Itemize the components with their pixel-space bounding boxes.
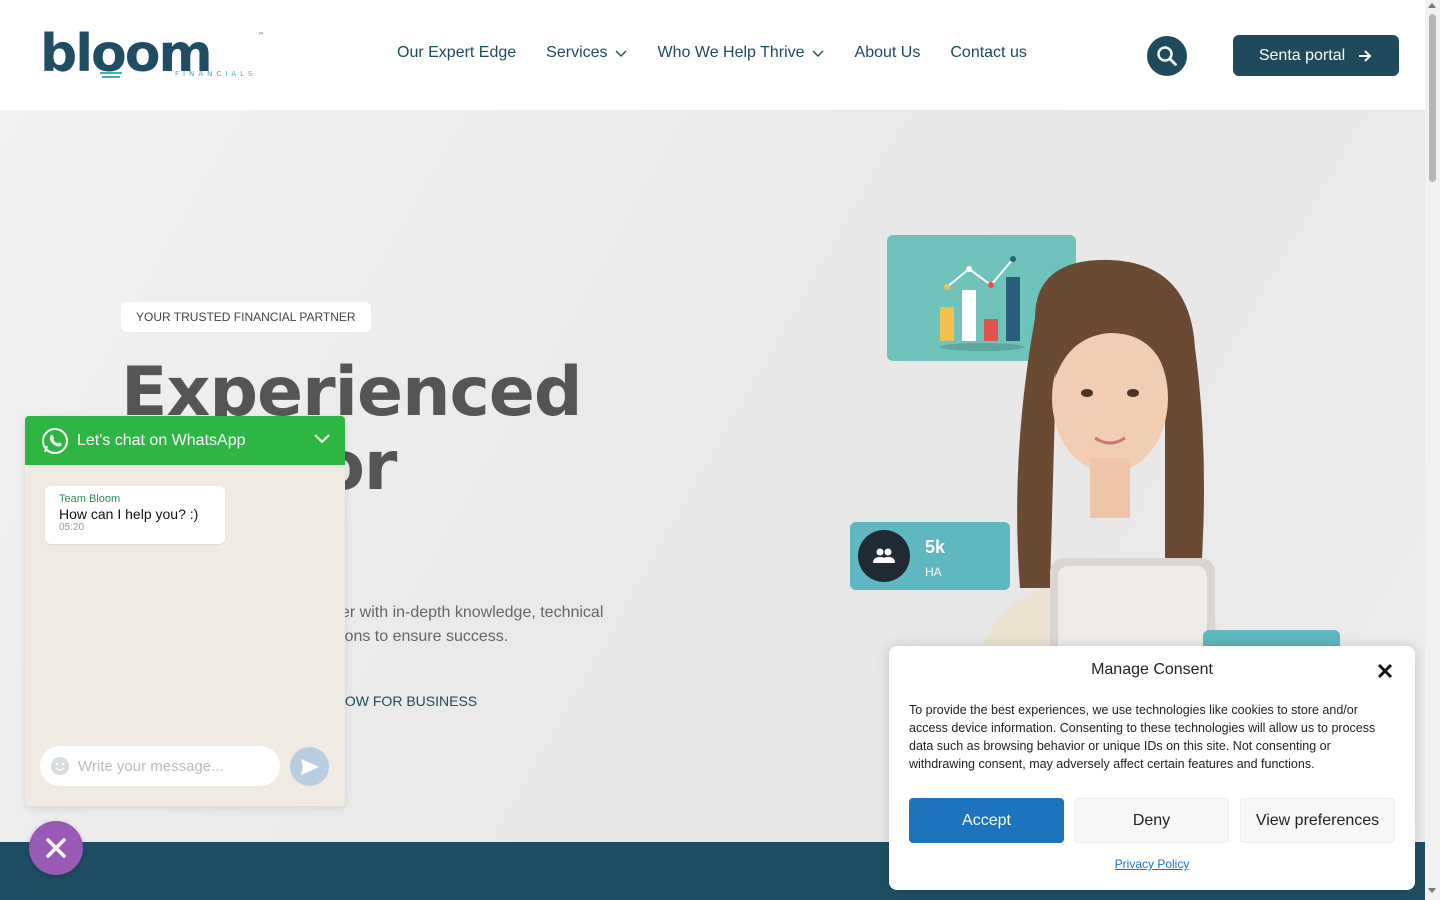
whatsapp-title: Let's chat on WhatsApp [77, 431, 246, 449]
logo-accent-line [102, 76, 120, 78]
site-header: bloom FINANCIALS ™ Our Expert Edge Servi… [0, 0, 1425, 110]
whatsapp-header[interactable]: Let's chat on WhatsApp [25, 416, 345, 465]
chevron-down-icon [615, 50, 627, 57]
message-time: 05:20 [59, 522, 85, 533]
message-sender: Team Bloom [59, 493, 121, 505]
close-icon [46, 838, 66, 858]
page-scrollbar[interactable] [1425, 0, 1440, 900]
search-icon [1157, 46, 1177, 66]
message-text: How can I help you? :) [59, 506, 199, 522]
search-button[interactable] [1147, 36, 1187, 76]
bloom-logo[interactable]: bloom FINANCIALS ™ [40, 28, 270, 84]
stat-value: 5k [925, 537, 946, 557]
main-nav: Our Expert Edge Services Who We Help Thr… [397, 44, 1027, 62]
whatsapp-chat-widget: Let's chat on WhatsApp Team Bloom How ca… [25, 416, 345, 806]
accept-button[interactable]: Accept [909, 798, 1064, 843]
logo-accent-line [100, 72, 122, 74]
nav-label: About Us [854, 44, 921, 61]
consent-text: To provide the best experiences, we use … [909, 703, 1376, 771]
message-input-wrapper [40, 746, 280, 786]
nav-about-us[interactable]: About Us [855, 44, 921, 62]
emoji-icon[interactable] [50, 756, 70, 776]
cookie-consent-dialog: Manage Consent To provide the best exper… [889, 646, 1415, 890]
portal-button-label: Senta portal [1258, 46, 1346, 64]
whatsapp-icon [42, 427, 68, 454]
happy-clients-stat-card: 5k HA [850, 522, 1010, 590]
arrow-right-icon [1359, 49, 1372, 62]
nav-services[interactable]: Services [546, 44, 627, 62]
close-chat-button[interactable] [29, 821, 83, 875]
close-icon[interactable] [1376, 662, 1394, 680]
privacy-policy-link[interactable]: Privacy Policy [889, 857, 1415, 871]
scroll-up-arrow-icon[interactable] [1428, 3, 1436, 8]
send-icon [300, 758, 319, 775]
nav-contact-us[interactable]: Contact us [950, 44, 1026, 62]
nav-our-expert-edge[interactable]: Our Expert Edge [397, 44, 516, 62]
senta-portal-button[interactable]: Senta portal [1233, 35, 1399, 76]
view-preferences-button[interactable]: View preferences [1240, 798, 1395, 843]
chevron-down-icon[interactable] [313, 430, 331, 448]
scroll-thumb[interactable] [1429, 14, 1436, 182]
hero-tagline-badge: YOUR TRUSTED FINANCIAL PARTNER [121, 302, 371, 332]
message-input[interactable] [78, 757, 258, 775]
logo-subtitle: FINANCIALS [175, 70, 257, 78]
chevron-down-icon [812, 50, 824, 57]
nav-label: Services [546, 44, 608, 61]
hero-cta-link[interactable]: IOW FOR BUSINESS [341, 693, 477, 709]
nav-label: Contact us [950, 44, 1027, 61]
send-button[interactable] [290, 747, 329, 786]
nav-label: Our Expert Edge [397, 44, 517, 61]
consent-title: Manage Consent [1091, 661, 1213, 678]
logo-trademark: ™ [258, 32, 264, 39]
nav-who-we-help-thrive[interactable]: Who We Help Thrive [658, 44, 825, 62]
nav-label: Who We Help Thrive [657, 44, 805, 61]
users-icon [858, 530, 910, 582]
scroll-down-arrow-icon[interactable] [1428, 888, 1436, 893]
deny-button[interactable]: Deny [1074, 798, 1229, 843]
chat-message-bubble: Team Bloom How can I help you? :) 05:20 [45, 486, 225, 544]
stat-label: HA [925, 565, 942, 579]
